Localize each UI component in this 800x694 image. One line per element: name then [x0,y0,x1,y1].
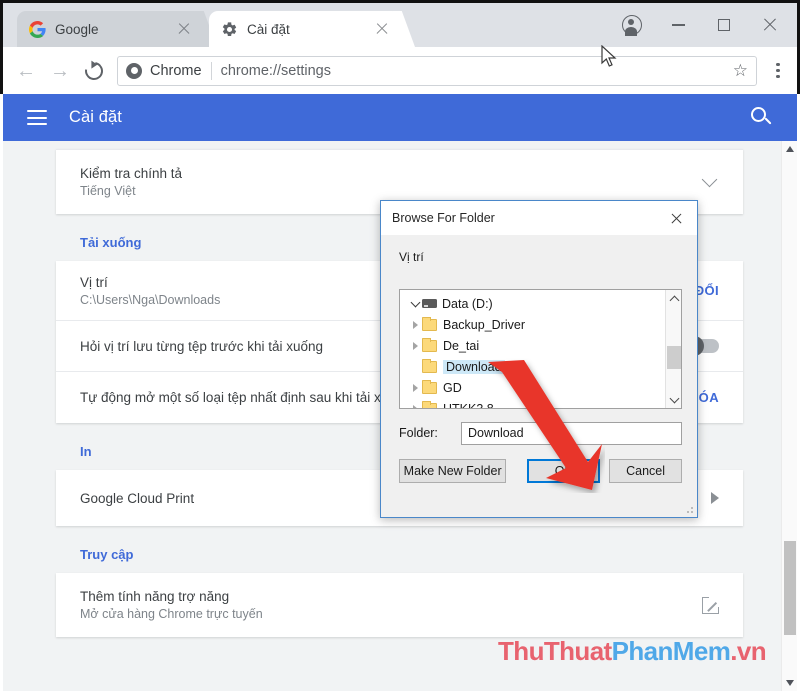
omnibox-label: Chrome [150,63,202,79]
folder-field-row: Folder: [399,421,682,445]
watermark: ThuThuatPhanMem.vn [498,636,766,667]
watermark-part1: ThuThuat [498,636,612,666]
minimize-icon[interactable] [655,3,701,47]
folder-icon [422,361,437,373]
tree-item[interactable]: De_tai [400,335,665,356]
tab-google[interactable]: Google [17,11,203,47]
watermark-part2: PhanMem [612,636,731,666]
dialog-prompt: Vị trí [381,235,697,264]
row-title: Kiểm tra chính tả [80,166,182,181]
tree-item-label: HTKK3.8. [443,402,497,410]
back-arrow-icon[interactable]: ← [9,54,43,88]
dialog-title: Browse For Folder [392,211,495,225]
forward-arrow-icon[interactable]: → [43,54,77,88]
watermark-part3: .vn [730,636,766,666]
chevron-right-icon[interactable] [408,342,422,350]
browser-toolbar: ← → Chrome chrome://settings ☆ [3,47,797,94]
section-label-truy-cap: Truy cập [56,526,743,573]
google-g-icon [29,21,46,38]
scrollbar-thumb[interactable] [667,346,681,369]
close-icon[interactable] [655,201,697,235]
dialog-buttons: Make New Folder OK Cancel [399,459,682,483]
row-title: Thêm tính năng trợ năng [80,589,263,604]
omnibox-url: chrome://settings [221,63,733,79]
change-button[interactable]: ĐỔI [695,283,719,298]
tab-title: Google [55,22,175,37]
row-them-tinh-nang-tro-nang[interactable]: Thêm tính năng trợ năng Mở cửa hàng Chro… [56,573,743,637]
three-dot-menu-icon[interactable] [765,63,791,79]
screenshot-root: Google Cài đặt ← → [0,0,800,694]
tree-item[interactable]: Data (D:) [400,293,665,314]
scroll-down-arrow-icon[interactable] [782,675,798,691]
scroll-up-arrow-icon[interactable] [666,290,682,307]
chevron-right-icon[interactable] [408,321,422,329]
tree-item[interactable]: Backup_Driver [400,314,665,335]
drive-icon [422,299,437,308]
card-accessibility: Thêm tính năng trợ năng Mở cửa hàng Chro… [56,573,743,637]
browser-window-frame: Google Cài đặt ← → [0,0,800,94]
row-title: Google Cloud Print [80,491,194,506]
page-scrollbar[interactable] [781,141,797,691]
profile-avatar-icon[interactable] [609,3,655,47]
row-title: Hỏi vị trí lưu từng tệp trước khi tải xu… [80,339,323,354]
hamburger-menu-icon[interactable] [27,110,47,125]
chrome-logo-icon [126,63,142,79]
tree-item-label: Backup_Driver [443,318,525,332]
tree-item-label: GD [443,381,462,395]
window-controls [609,3,793,47]
tree-item-selected[interactable]: Download [400,356,665,377]
row-title: Vị trí [80,275,220,290]
scrollbar-thumb[interactable] [784,541,796,635]
folder-icon [422,382,437,394]
maximize-icon[interactable] [701,3,747,47]
search-icon[interactable] [751,107,773,129]
star-icon[interactable]: ☆ [733,61,748,81]
folder-input[interactable] [461,422,682,445]
make-new-folder-button[interactable]: Make New Folder [399,459,506,483]
tree-scrollbar[interactable] [665,290,681,408]
row-subtitle: Mở cửa hàng Chrome trực tuyến [80,607,263,621]
tab-title: Cài đặt [247,22,373,37]
scroll-up-arrow-icon[interactable] [782,141,798,157]
tree-item[interactable]: GD [400,377,665,398]
row-subtitle: C:\Users\Nga\Downloads [80,293,220,307]
close-icon[interactable] [747,3,793,47]
folder-icon [422,403,437,410]
folder-tree-list: Data (D:) Backup_Driver De_tai Download [400,290,665,408]
chevron-down-icon[interactable] [702,172,718,188]
scroll-down-arrow-icon[interactable] [666,391,682,408]
external-link-icon[interactable] [702,597,719,614]
chevron-right-icon[interactable] [408,384,422,392]
ok-button[interactable]: OK [527,459,600,483]
reload-icon[interactable] [77,54,111,88]
tree-item[interactable]: HTKK3.8. [400,398,665,409]
tree-item-label: Data (D:) [442,297,493,311]
cancel-button[interactable]: Cancel [609,459,682,483]
row-title: Tự động mở một số loại tệp nhất định sau… [80,390,411,405]
tree-item-label: De_tai [443,339,479,353]
mouse-cursor [601,45,617,73]
row-subtitle: Tiếng Việt [80,184,182,198]
gear-icon [221,21,238,38]
address-bar[interactable]: Chrome chrome://settings ☆ [117,56,757,86]
folder-label: Folder: [399,426,461,440]
browse-for-folder-dialog: Browse For Folder Vị trí Data (D:) Backu… [380,200,698,518]
folder-tree[interactable]: Data (D:) Backup_Driver De_tai Download [399,289,682,409]
page-title: Cài đặt [69,108,122,127]
tree-item-label: Download [443,360,505,374]
folder-icon [422,319,437,331]
chevron-right-icon[interactable] [408,405,422,410]
settings-header: Cài đặt [3,94,797,141]
chevron-down-icon[interactable] [408,302,422,306]
tab-cai-dat[interactable]: Cài đặt [209,11,401,47]
omnibox-divider [211,62,212,80]
resize-grip[interactable] [684,504,694,514]
close-icon[interactable] [373,20,391,38]
dialog-titlebar: Browse For Folder [381,201,697,235]
close-icon[interactable] [175,20,193,38]
chevron-right-icon[interactable] [711,492,719,504]
folder-icon [422,340,437,352]
